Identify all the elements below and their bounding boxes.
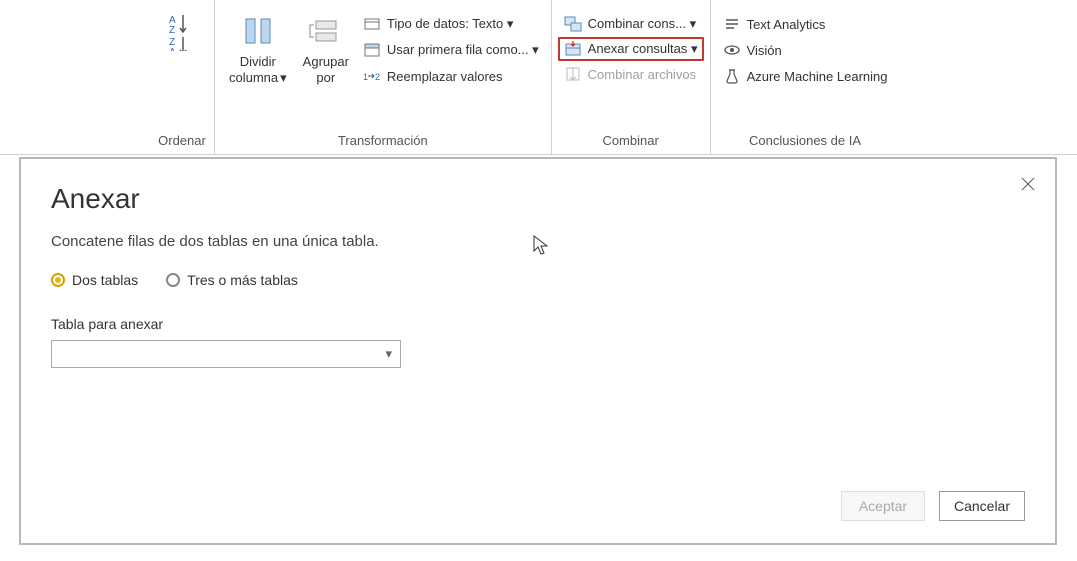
- radio-icon: [166, 273, 180, 287]
- merge-queries-button[interactable]: Combinar cons... ▾: [560, 12, 702, 36]
- append-icon: [564, 40, 582, 58]
- chevron-down-icon: ▾: [532, 42, 539, 57]
- radio-two-tables[interactable]: Dos tablas: [51, 272, 138, 288]
- svg-text:2: 2: [375, 72, 380, 82]
- chevron-down-icon: ▾: [690, 16, 697, 31]
- ribbon-group-transform: Dividir columna▾ Agrupar por: [215, 0, 552, 154]
- svg-text:A: A: [169, 47, 176, 51]
- replace-values-button[interactable]: 1 2 Reemplazar valores: [359, 64, 543, 88]
- radio-three-tables[interactable]: Tres o más tablas: [166, 272, 298, 288]
- table-select-combo[interactable]: ▾: [51, 340, 401, 368]
- append-queries-button[interactable]: Anexar consultas ▾: [558, 37, 704, 61]
- radio-three-label: Tres o más tablas: [187, 272, 298, 288]
- datatype-icon: [363, 15, 381, 33]
- ribbon: A Z Z A Ordenar: [0, 0, 1077, 155]
- append-dialog: Anexar Concatene filas de dos tablas en …: [19, 157, 1057, 545]
- chevron-down-icon: ▾: [385, 346, 392, 362]
- radio-group: Dos tablas Tres o más tablas: [51, 272, 1025, 288]
- svg-text:Z: Z: [169, 25, 175, 36]
- ribbon-group-combine: Combinar cons... ▾ Anexar consultas ▾: [552, 0, 711, 154]
- dialog-subtitle: Concatene filas de dos tablas en una úni…: [51, 233, 1025, 250]
- ribbon-group-ai: Text Analytics Visión: [711, 0, 900, 154]
- combine-files-icon: [564, 65, 582, 83]
- text-lines-icon: [723, 15, 741, 33]
- datatype-button[interactable]: Tipo de datos: Texto ▾: [359, 12, 543, 36]
- combine-files-button: Combinar archivos: [560, 62, 702, 86]
- svg-text:1: 1: [363, 72, 368, 82]
- chevron-down-icon: ▾: [280, 70, 287, 86]
- merge-icon: [564, 15, 582, 33]
- table-select-label: Tabla para anexar: [51, 316, 1025, 332]
- vision-button[interactable]: Visión: [719, 38, 892, 62]
- table-header-icon: [363, 41, 381, 59]
- chevron-down-icon: ▾: [691, 41, 698, 56]
- cancel-button[interactable]: Cancelar: [939, 491, 1025, 521]
- eye-icon: [723, 41, 741, 59]
- azure-ml-button[interactable]: Azure Machine Learning: [719, 64, 892, 88]
- text-analytics-button[interactable]: Text Analytics: [719, 12, 892, 36]
- split-column-label: Dividir columna▾: [229, 54, 287, 85]
- dialog-title: Anexar: [51, 183, 1025, 215]
- close-icon: [1019, 175, 1037, 193]
- group-label-combine: Combinar: [560, 129, 702, 154]
- group-label-sort: Ordenar: [158, 129, 206, 154]
- group-label-transform: Transformación: [223, 129, 543, 154]
- group-by-icon: [308, 10, 344, 52]
- sort-buttons[interactable]: A Z Z A: [158, 6, 206, 56]
- group-by-button[interactable]: Agrupar por: [297, 6, 355, 87]
- accept-button: Aceptar: [841, 491, 925, 521]
- replace-icon: 1 2: [363, 67, 381, 85]
- split-column-icon: [240, 10, 276, 52]
- chevron-down-icon: ▾: [507, 16, 514, 31]
- group-label-ai: Conclusiones de IA: [719, 129, 892, 154]
- split-column-button[interactable]: Dividir columna▾: [223, 6, 293, 87]
- radio-icon: [51, 273, 65, 287]
- flask-icon: [723, 67, 741, 85]
- firstrow-button[interactable]: Usar primera fila como... ▾: [359, 38, 543, 62]
- ribbon-group-sort: A Z Z A Ordenar: [150, 0, 215, 154]
- close-button[interactable]: [1015, 171, 1041, 197]
- group-by-label: Agrupar por: [303, 54, 349, 85]
- sort-icon: A Z Z A: [164, 10, 200, 52]
- radio-two-label: Dos tablas: [72, 272, 138, 288]
